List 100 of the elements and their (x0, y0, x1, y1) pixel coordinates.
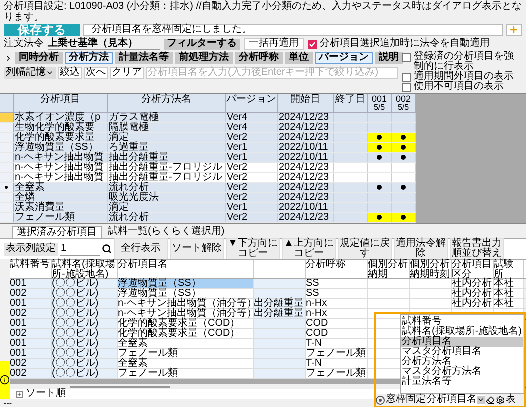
table-cell: 社内分析 (452, 299, 494, 308)
table-cell: 社内分析 (452, 279, 494, 288)
status-text: --- (4, 400, 12, 407)
table-cell: 全窒素 (14, 183, 108, 192)
table-cell: 化学的酸素要求量（COD） (118, 319, 254, 328)
search-action-button[interactable]: クリア (110, 66, 144, 78)
column-toggle[interactable]: 説明 (375, 52, 403, 64)
table-cell: 抽出分離重量-フロリジル (108, 163, 226, 172)
tab[interactable]: 選択済み分析項目 (12, 226, 102, 238)
freeze-column-dropdown[interactable]: 分析項目名 (427, 394, 485, 406)
column-header[interactable]: 個別分析納期時刻 (410, 260, 451, 280)
table-cell: 002 (10, 309, 52, 318)
table-cell: T-N (306, 339, 368, 348)
order-field: 上乗せ基準（見本） (48, 38, 160, 50)
search-action-button[interactable]: 次へ (84, 66, 108, 78)
column-header[interactable]: 分析呼称 (306, 260, 367, 270)
column-header[interactable]: 分析方法名 (108, 94, 226, 112)
column-toggle[interactable]: 計量法名等 (115, 52, 173, 64)
table-cell: n-Hx (306, 309, 368, 318)
column-toggle[interactable]: バージョン (315, 52, 373, 64)
filter-button[interactable]: フィルターする (164, 38, 240, 50)
table-cell: フェノール類 (306, 369, 368, 378)
checkbox-label: 分析項目選択追加時に法令を自動適用 (320, 39, 490, 49)
toolbar-button[interactable]: ▼下方向にコピー (226, 238, 280, 260)
column-toggle[interactable]: 分析方法 (65, 52, 113, 64)
table-cell: 2024/12/23 (278, 193, 334, 202)
table-cell: Ver2 (226, 133, 278, 142)
table-cell: 水素イオン濃度（p (14, 113, 108, 122)
table-cell: 滴定 (108, 133, 226, 142)
table-cell: 生物化学的酸素要 (14, 123, 108, 132)
table-cell: 隔膜電極 (108, 123, 226, 132)
table-cell: 流れ分析 (108, 183, 226, 192)
table-cell: 浮遊物質量（SS） (14, 143, 108, 152)
column-header[interactable]: 分析項目 (14, 94, 108, 112)
width-memory-dropdown[interactable]: 列幅記憶 (4, 66, 56, 78)
table-cell: Ver4 (226, 123, 278, 132)
table-cell: 出分離重量 (254, 309, 306, 318)
table-cell: (〇〇ビル) (52, 289, 118, 298)
sample-header: 001 (372, 95, 388, 104)
column-header[interactable]: 個別分析納期 (368, 260, 409, 280)
column-header[interactable]: バージョン (226, 94, 278, 112)
table-cell: Ver1 (226, 153, 278, 162)
table-cell: Ver4 (226, 113, 278, 122)
table-cell: フェノール類 (118, 369, 254, 378)
table-cell: Ver2 (226, 173, 278, 182)
table-cell: 001 (10, 279, 52, 288)
column-header[interactable]: 分析項目名 (118, 260, 253, 270)
column-toggle[interactable]: 分析呼称 (235, 52, 283, 64)
toolbar-button[interactable]: 規定値に戻す (338, 238, 392, 260)
column-toggle[interactable]: 単位 (285, 52, 313, 64)
column-toggle[interactable]: 同時分析 (15, 52, 63, 64)
column-list-item[interactable]: 試料名(採取場所-施設地名) (401, 327, 523, 337)
table-cell: Ver2 (226, 163, 278, 172)
table-cell: ろ過重量 (108, 143, 226, 152)
table-cell: 2022/10/11 (278, 203, 334, 212)
reapply-button[interactable]: 一括再適用 (244, 38, 304, 50)
table-cell: 浮遊物質量（SS） (118, 279, 254, 288)
table-cell: 001 (10, 319, 52, 328)
table-cell: 全燐 (14, 193, 108, 202)
column-list-item[interactable]: 分析項目名 (401, 337, 523, 347)
order-label: 注文法令 (4, 39, 44, 49)
toolbar-button[interactable]: ソート解除 (170, 238, 224, 260)
search-action-button[interactable]: 絞込 (58, 66, 82, 78)
table-cell: COD (306, 319, 368, 328)
table-cell: 流れ分析 (108, 213, 226, 222)
table-cell: 本社 (494, 299, 524, 308)
column-toggle[interactable]: 前処理方法 (175, 52, 233, 64)
table-cell: 化学的酸素要求量（COD） (118, 329, 254, 338)
table-cell: 抽出分離重量 (108, 153, 226, 162)
table-cell: Ver1 (226, 143, 278, 152)
table-cell: Ver1 (226, 203, 278, 212)
column-header[interactable]: 試料番号 (10, 260, 51, 270)
table-cell: 002 (10, 369, 52, 378)
table-cell: 浮遊物質量（SS） (118, 289, 254, 298)
table-cell: 全窒素 (118, 339, 254, 348)
sample-count: 5/5 (374, 104, 386, 112)
table-cell: フェノール類 (14, 213, 108, 222)
table-cell: 2024/12/23 (278, 173, 334, 182)
table-cell: (〇〇ビル) (52, 369, 118, 378)
table-cell: 沃素消費量 (14, 203, 108, 212)
table-cell: 滴定 (108, 203, 226, 212)
table-cell: 001 (10, 339, 52, 348)
table-cell: SS (306, 279, 368, 288)
table-cell: 002 (10, 329, 52, 338)
filter-field[interactable]: 1 (60, 242, 100, 256)
table-cell: SS (306, 289, 368, 298)
table-cell: Ver2 (226, 213, 278, 222)
table-cell: (〇〇ビル) (52, 349, 118, 358)
table-cell: 2024/12/23 (278, 123, 334, 132)
table-cell: 化学的酸素要求量 (14, 133, 108, 142)
table-cell: (〇〇ビル) (52, 359, 118, 368)
column-header[interactable]: 開始日 (278, 94, 334, 112)
column-settings-button[interactable]: 表示列設定 (4, 242, 58, 256)
column-header[interactable]: 終了日 (334, 94, 368, 112)
table-cell: 2024/12/23 (278, 213, 334, 222)
column-header[interactable]: 試料名(採取場所-施設地名) (52, 260, 117, 280)
table-cell: 本社 (494, 289, 524, 298)
table-cell: n-ヘキサン抽出物質（油分等） (118, 299, 254, 308)
freeze-label: 窓枠固定 (386, 395, 426, 405)
tab[interactable]: 試料一覧(らくらく選択用) (104, 226, 229, 238)
